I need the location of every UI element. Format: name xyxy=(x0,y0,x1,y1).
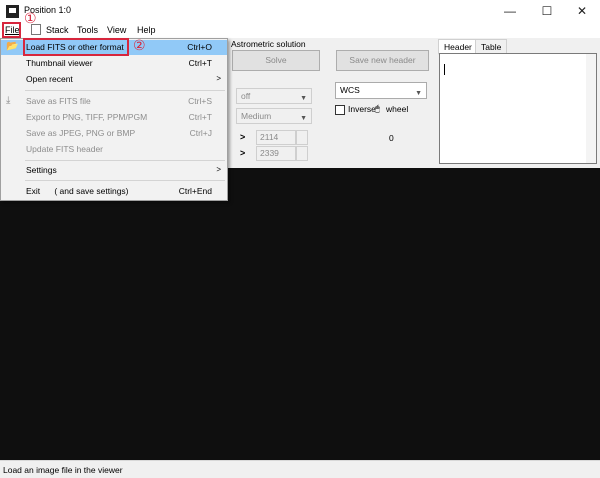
wheel-label: wheel xyxy=(386,104,409,114)
menu-stack[interactable]: Stack xyxy=(46,25,69,35)
close-button[interactable]: ✕ xyxy=(564,0,600,22)
spin-y-stepper[interactable] xyxy=(296,146,308,161)
menu-item-label: Open recent xyxy=(26,74,73,84)
save-icon: ⤓ xyxy=(6,95,11,106)
menu-item-shortcut: Ctrl+T xyxy=(188,58,212,68)
file-annotation-box xyxy=(2,22,21,38)
menu-item-open-recent[interactable]: Open recent > xyxy=(1,72,227,87)
header-text-area[interactable] xyxy=(439,53,597,164)
image-viewer[interactable] xyxy=(0,168,600,460)
stretch-select-value: off xyxy=(241,91,251,101)
spin-x-value: 2114 xyxy=(260,132,279,142)
coord-select[interactable]: WCS ▼ xyxy=(335,82,427,99)
app-icon xyxy=(6,5,19,18)
menu-item-label: Update FITS header xyxy=(26,144,104,154)
dropdown-arrow-icon: ▼ xyxy=(415,90,422,97)
step-two-badge: ② xyxy=(133,37,146,53)
spin-x-stepper[interactable] xyxy=(296,130,308,145)
text-caret xyxy=(444,64,445,75)
file-dropdown-menu: 📂 Load FITS or other format Ctrl+O Thumb… xyxy=(0,38,228,201)
spin-x[interactable]: 2114 xyxy=(256,130,296,145)
menu-item-exit[interactable]: Exit ( and save settings) Ctrl+End xyxy=(1,184,227,199)
quality-select-value: Medium xyxy=(241,111,272,121)
spin-y[interactable]: 2339 xyxy=(256,146,296,161)
menu-item-save-fits[interactable]: ⤓ Save as FITS file Ctrl+S xyxy=(1,94,227,109)
inverse-checkbox[interactable] xyxy=(335,105,345,115)
stretch-select[interactable]: off ▼ xyxy=(236,88,312,104)
menu-item-thumbnail-viewer[interactable]: Thumbnail viewer Ctrl+T xyxy=(1,56,227,71)
inverse-label: Inverse xyxy=(348,104,376,114)
menu-item-label: Export to PNG, TIFF, PPM/PGM xyxy=(26,112,148,122)
expand-y-icon[interactable]: > xyxy=(240,148,245,158)
status-bar: Load an image file in the viewer xyxy=(0,460,600,478)
status-text: Load an image file in the viewer xyxy=(3,465,123,475)
menu-item-label: Settings xyxy=(26,165,57,175)
header-scrollbar[interactable] xyxy=(586,54,596,163)
mouse-icon: 🖱 xyxy=(375,104,380,113)
quality-select[interactable]: Medium ▼ xyxy=(236,108,312,124)
menu-view[interactable]: View xyxy=(107,25,126,35)
menu-item-label: Exit ( and save settings) xyxy=(26,186,129,196)
submenu-arrow-icon: > xyxy=(216,74,221,83)
menu-item-shortcut: Ctrl+O xyxy=(187,42,212,52)
step-one-badge: ① xyxy=(24,10,37,26)
menu-item-shortcut: Ctrl+T xyxy=(188,112,212,122)
folder-open-icon: 📂 xyxy=(6,41,19,52)
menu-item-settings[interactable]: Settings > xyxy=(1,163,227,178)
menu-separator xyxy=(25,90,225,91)
menu-bar: File Stack Tools View Help xyxy=(0,22,600,38)
menu-item-shortcut: Ctrl+S xyxy=(188,96,212,106)
menu-separator xyxy=(25,160,225,161)
dropdown-arrow-icon: ▼ xyxy=(300,95,307,102)
submenu-arrow-icon: > xyxy=(216,165,221,174)
coord-select-value: WCS xyxy=(340,85,360,95)
minimize-button[interactable]: — xyxy=(492,0,528,22)
expand-x-icon[interactable]: > xyxy=(240,132,245,142)
title-bar: Position 1:0 — ☐ ✕ xyxy=(0,0,600,22)
save-header-button[interactable]: Save new header xyxy=(336,50,429,71)
menu-separator xyxy=(25,180,225,181)
menu-item-export-png[interactable]: Export to PNG, TIFF, PPM/PGM Ctrl+T xyxy=(1,110,227,125)
menu-item-label: Save as FITS file xyxy=(26,96,91,106)
menu-tools[interactable]: Tools xyxy=(77,25,98,35)
load-annotation-box xyxy=(23,38,129,56)
value-zero: 0 xyxy=(389,133,394,143)
solve-button[interactable]: Solve xyxy=(232,50,320,71)
menu-item-label: Thumbnail viewer xyxy=(26,58,93,68)
menu-item-save-jpeg[interactable]: Save as JPEG, PNG or BMP Ctrl+J xyxy=(1,126,227,141)
menu-item-shortcut: Ctrl+End xyxy=(178,186,212,196)
dropdown-arrow-icon: ▼ xyxy=(300,115,307,122)
menu-help[interactable]: Help xyxy=(137,25,156,35)
menu-item-update-header[interactable]: Update FITS header xyxy=(1,142,227,157)
maximize-button[interactable]: ☐ xyxy=(529,0,565,22)
menu-item-label: Save as JPEG, PNG or BMP xyxy=(26,128,136,138)
astrometric-label: Astrometric solution xyxy=(231,39,306,49)
spin-y-value: 2339 xyxy=(260,148,279,158)
menu-item-shortcut: Ctrl+J xyxy=(189,128,212,138)
